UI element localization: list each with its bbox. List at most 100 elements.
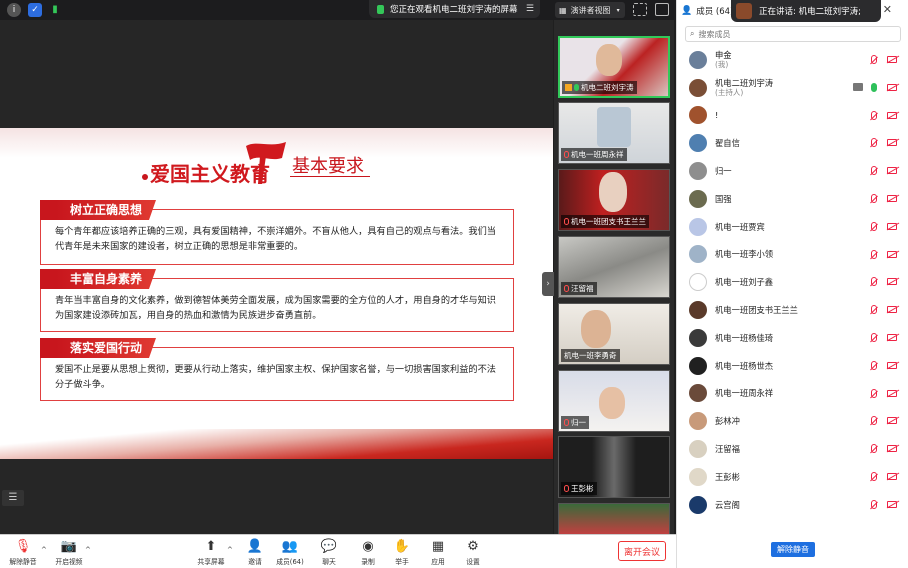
- member-name: !: [715, 110, 719, 121]
- member-row[interactable]: 机电一班贾宾: [677, 213, 908, 241]
- section-heading-1: 树立正确思想: [56, 200, 156, 220]
- mic-on-icon[interactable]: [871, 82, 877, 92]
- video-button[interactable]: 📷 开启视频: [51, 539, 87, 566]
- sidebar-toggle-icon[interactable]: [655, 3, 669, 16]
- mute-button[interactable]: 🎙 解除静音: [5, 539, 41, 566]
- mic-muted-icon[interactable]: [871, 305, 877, 315]
- member-row[interactable]: 申金 (我): [677, 46, 908, 74]
- mic-muted-icon[interactable]: [871, 221, 877, 231]
- camera-off-icon[interactable]: [887, 278, 897, 286]
- member-row[interactable]: 机电二班刘宇涛 (主持人): [677, 74, 908, 102]
- mic-muted-icon[interactable]: [871, 388, 877, 398]
- video-tile[interactable]: 归一: [558, 370, 670, 432]
- member-row[interactable]: 机电一班周永祥: [677, 380, 908, 408]
- video-tile[interactable]: 王彭彬: [558, 436, 670, 498]
- mic-muted-icon[interactable]: [871, 166, 877, 176]
- camera-off-icon[interactable]: [887, 333, 897, 341]
- member-row[interactable]: 彭林冲: [677, 407, 908, 435]
- mic-muted-icon[interactable]: [871, 499, 877, 509]
- video-tile[interactable]: 机电一班李勇奇: [558, 303, 670, 365]
- mic-muted-icon[interactable]: [871, 55, 877, 64]
- member-row[interactable]: !: [677, 102, 908, 130]
- video-tile[interactable]: 机电二班刘宇涛: [558, 36, 670, 98]
- member-row[interactable]: 翟自信: [677, 129, 908, 157]
- mic-muted-icon[interactable]: [871, 444, 877, 454]
- camera-off-icon[interactable]: [887, 250, 897, 258]
- members-button[interactable]: 👥 成员(64): [272, 539, 308, 566]
- camera-off-icon[interactable]: [887, 83, 897, 91]
- camera-off-icon[interactable]: [887, 472, 897, 480]
- video-strip[interactable]: 机电二班刘宇涛 机电一班周永祥 机电一班团支书王兰兰 汪留福 机电一班李勇奇 归…: [554, 20, 674, 534]
- mic-muted-icon[interactable]: [871, 110, 877, 120]
- mic-muted-icon[interactable]: [871, 277, 877, 287]
- mic-muted-icon[interactable]: [871, 249, 877, 259]
- leave-meeting-button[interactable]: 离开会议: [618, 541, 666, 561]
- camera-off-icon[interactable]: [887, 445, 897, 453]
- mic-muted-icon[interactable]: [871, 332, 877, 342]
- chevron-down-icon: ▾: [616, 6, 620, 14]
- view-mode-button[interactable]: ▦ 演讲者视图 ▾: [555, 2, 625, 18]
- camera-off-icon[interactable]: [887, 361, 897, 369]
- mic-muted-icon[interactable]: [871, 193, 877, 203]
- list-icon[interactable]: ☰: [2, 490, 24, 506]
- chevron-up-icon[interactable]: ^: [41, 546, 47, 554]
- info-icon[interactable]: i: [7, 3, 21, 17]
- menu-icon[interactable]: ☰: [526, 4, 534, 14]
- camera-off-icon[interactable]: [887, 167, 897, 175]
- member-row[interactable]: 云宫阁: [677, 491, 908, 519]
- fullscreen-icon[interactable]: [633, 3, 647, 16]
- camera-off-icon[interactable]: [887, 139, 897, 147]
- camera-off-icon[interactable]: [887, 194, 897, 202]
- video-tile[interactable]: 机电一班团支书王兰兰: [558, 169, 670, 231]
- mic-muted-icon[interactable]: [871, 471, 877, 481]
- member-text: 王彭彬: [715, 472, 740, 482]
- signal-icon[interactable]: ▮: [48, 3, 62, 17]
- video-tile[interactable]: [558, 503, 670, 534]
- member-row[interactable]: 机电一班团支书王兰兰: [677, 296, 908, 324]
- record-button[interactable]: ◉ 录制: [350, 539, 386, 566]
- camera-off-icon[interactable]: [887, 500, 897, 508]
- mic-muted-icon: [564, 285, 569, 292]
- sharing-banner[interactable]: 您正在观看机电二班刘宇涛的屏幕 ☰: [369, 0, 540, 18]
- close-icon[interactable]: ✕: [883, 3, 892, 16]
- mic-muted-icon[interactable]: [871, 138, 877, 148]
- share-screen-button[interactable]: ⬆ 共享屏幕: [193, 539, 229, 566]
- mic-muted-icon[interactable]: [871, 360, 877, 370]
- shared-screen-area: 爱国主义教育 基本要求 每个青年都应该培养正确的三观，具有爱国精神，不崇洋媚外。…: [0, 20, 553, 534]
- chevron-up-icon[interactable]: ^: [85, 546, 91, 554]
- member-row[interactable]: 机电一班刘子鑫: [677, 268, 908, 296]
- top-bar: i ✓ ▮ 您正在观看机电二班刘宇涛的屏幕 ☰ ▦ 演讲者视图 ▾: [0, 0, 676, 20]
- camera-off-icon[interactable]: [887, 222, 897, 230]
- apps-button[interactable]: ▦ 应用: [420, 539, 456, 566]
- mic-muted-icon[interactable]: [871, 416, 877, 426]
- section-bar-2: [40, 269, 56, 289]
- unmute-all-button[interactable]: 解除静音: [771, 542, 815, 557]
- camera-off-icon[interactable]: [887, 56, 897, 63]
- video-tile[interactable]: 机电一班周永祥: [558, 102, 670, 164]
- camera-off-icon[interactable]: [887, 389, 897, 397]
- member-row[interactable]: 机电一班杨佳琦: [677, 324, 908, 352]
- camera-off-icon[interactable]: [887, 417, 897, 425]
- camera-off-icon[interactable]: [887, 111, 897, 119]
- member-row[interactable]: 机电一班李小领: [677, 241, 908, 269]
- invite-button[interactable]: 👤 邀请: [237, 539, 273, 566]
- search-input[interactable]: [698, 29, 889, 39]
- video-tile-label: 汪留福: [571, 284, 594, 293]
- member-search[interactable]: ⌕: [685, 26, 901, 42]
- member-row[interactable]: 机电一班杨世杰: [677, 352, 908, 380]
- video-tile[interactable]: 汪留福: [558, 236, 670, 298]
- chevron-up-icon[interactable]: ^: [227, 546, 233, 554]
- collapse-strip-button[interactable]: ›: [542, 272, 554, 296]
- member-row[interactable]: 汪留福: [677, 435, 908, 463]
- member-row[interactable]: 国强: [677, 185, 908, 213]
- member-row[interactable]: 归一: [677, 157, 908, 185]
- bottom-toolbar: 🎙 解除静音 ^ 📷 开启视频 ^ ⬆ 共享屏幕 ^ 👤 邀请 👥 成员(64)…: [0, 534, 676, 568]
- shield-icon[interactable]: ✓: [28, 3, 42, 17]
- raise-hand-button[interactable]: ✋ 举手: [384, 539, 420, 566]
- settings-button[interactable]: ⚙ 设置: [455, 539, 491, 566]
- camera-off-icon[interactable]: [887, 306, 897, 314]
- member-row[interactable]: 王彭彬: [677, 463, 908, 491]
- chat-button[interactable]: 💬 聊天: [311, 539, 347, 566]
- video-tile-name: 王彭彬: [561, 482, 597, 495]
- member-list[interactable]: 申金 (我) 机电二班刘宇涛 (主持人)! 翟自信 归一 国强 机电一班贾宾 机电一班李小领 机电…: [677, 46, 908, 530]
